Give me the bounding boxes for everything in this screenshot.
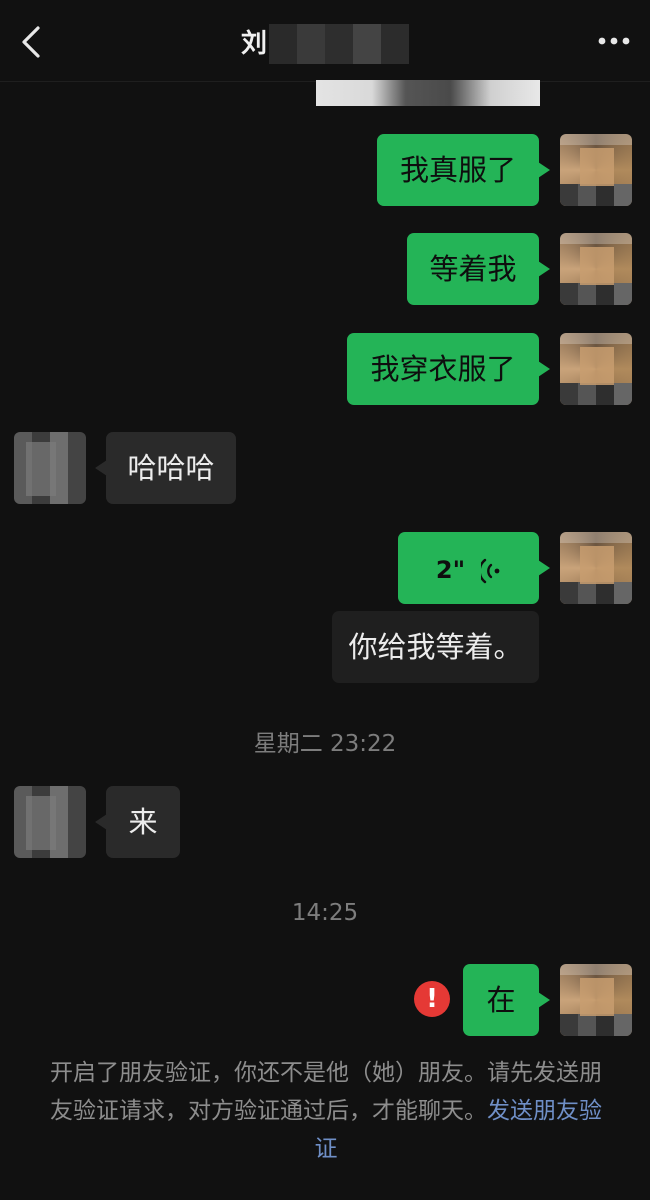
message-bubble-outgoing[interactable]: 我真服了 xyxy=(377,134,550,206)
chat-title: 刘 xyxy=(240,29,267,59)
chat-header: 刘 xyxy=(0,0,650,82)
friend-verification-notice: 开启了朋友验证，你还不是他（她）朋友。请先发送朋友验证请求，对方验证通过后，才能… xyxy=(46,1054,606,1168)
chat-title-wrap: 刘 xyxy=(0,24,650,64)
message-bubble-outgoing[interactable]: 等着我 xyxy=(407,233,550,305)
voice-wave-icon xyxy=(478,534,501,606)
timestamp: 14:25 xyxy=(291,900,359,926)
voice-transcription: 你给我等着。 xyxy=(332,611,539,683)
my-avatar[interactable] xyxy=(560,964,632,1036)
image-message-partial[interactable] xyxy=(316,80,540,106)
my-avatar[interactable] xyxy=(560,233,632,305)
my-avatar[interactable] xyxy=(560,333,632,405)
more-horizontal-icon xyxy=(598,37,630,45)
voice-message-bubble[interactable]: 2" xyxy=(398,532,550,606)
friend-avatar[interactable] xyxy=(14,432,86,504)
send-failed-icon[interactable]: ! xyxy=(414,981,450,1017)
timestamp: 星期二 23:22 xyxy=(253,731,397,757)
my-avatar[interactable] xyxy=(560,532,632,604)
message-bubble-outgoing[interactable]: 我穿衣服了 xyxy=(347,333,550,405)
title-redaction xyxy=(269,24,409,64)
message-bubble-incoming[interactable]: 来 xyxy=(95,786,180,858)
friend-avatar[interactable] xyxy=(14,786,86,858)
message-bubble-outgoing[interactable]: 在 xyxy=(463,964,550,1036)
my-avatar[interactable] xyxy=(560,134,632,206)
voice-duration: 2" xyxy=(435,556,466,584)
more-button[interactable] xyxy=(594,26,634,56)
message-bubble-incoming[interactable]: 哈哈哈 xyxy=(95,432,236,504)
